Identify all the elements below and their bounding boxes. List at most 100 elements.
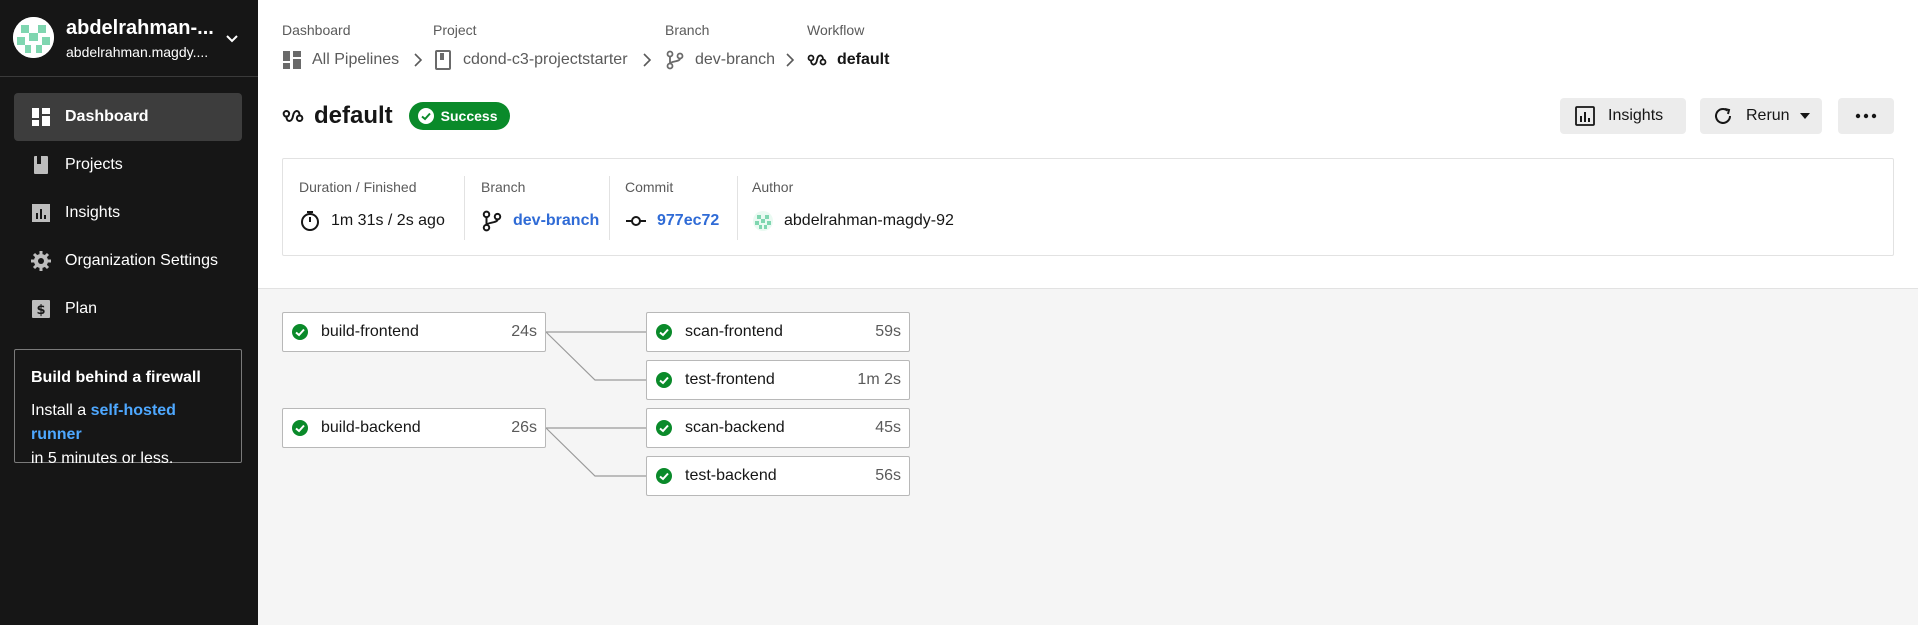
sidebar-item-dashboard[interactable]: Dashboard [14,93,242,141]
meta-label: Branch [481,179,526,195]
caret-down-icon [1799,113,1810,119]
sidebar-item-label: Insights [65,204,121,221]
promo-text-after: in 5 minutes or less. [31,450,174,467]
dollar-icon: $ [31,299,51,319]
status-badge: Success [408,102,510,130]
chevron-down-icon[interactable] [224,30,240,46]
promo-text-before: Install a [31,402,91,419]
job-duration: 26s [511,419,537,436]
breadcrumb-text: dev-branch [695,51,776,68]
sidebar: abdelrahman-... abdelrahman.magdy.... Da… [0,0,258,625]
promo-title: Build behind a firewall [31,369,201,386]
job-scan-frontend[interactable]: scan-frontend 59s [646,312,910,352]
workflow-meta-panel: Duration / Finished 1m 31s / 2s ago Bran… [282,158,1894,256]
breadcrumb-value[interactable]: cdond-c3-projectstarter [433,50,628,70]
check-circle-icon [291,419,309,437]
book-icon [433,50,453,70]
workflow-icon [282,105,304,127]
breadcrumb-label: Branch [665,22,710,38]
stopwatch-icon [299,210,321,232]
bar-chart-icon [1574,105,1596,127]
meta-label: Author [752,179,794,195]
check-circle-icon [655,323,673,341]
meta-value[interactable]: dev-branch [481,209,599,233]
chevron-right-icon [642,53,652,67]
job-name: test-backend [685,467,777,484]
breadcrumb-value[interactable]: dev-branch [665,50,775,70]
bar-chart-icon [31,203,51,223]
job-build-frontend[interactable]: build-frontend 24s [282,312,546,352]
sidebar-item-label: Organization Settings [65,252,218,269]
branch-icon [481,210,503,232]
meta-label: Duration / Finished [299,179,417,195]
duration-text: 1m 31s / 2s ago [331,212,445,229]
dashboard-icon [31,107,51,127]
breadcrumb-value: default [807,50,889,70]
job-duration: 1m 2s [857,371,901,388]
divider [609,176,610,240]
meta-duration: Duration / Finished 1m 31s / 2s ago [299,159,445,255]
user-name: abdelrahman-... [66,17,214,39]
divider [464,176,465,240]
commit-link[interactable]: 977ec72 [657,212,719,230]
job-duration: 45s [875,419,901,436]
meta-value: abdelrahman-magdy-92 [752,209,954,233]
meta-branch: Branch dev-branch [481,159,599,255]
breadcrumb-label: Workflow [807,22,865,38]
main-content: Dashboard All Pipelines Project cdond-c3… [258,0,1918,625]
avatar [13,17,54,58]
commit-icon [625,210,647,232]
user-handle: abdelrahman.magdy.... [66,44,209,60]
check-circle-icon [655,419,673,437]
check-circle-icon [655,467,673,485]
job-duration: 59s [875,323,901,340]
gear-icon [31,251,51,271]
dashboard-icon [282,50,302,70]
workflow-graph: build-frontend 24s scan-frontend 59s tes… [258,288,1918,625]
breadcrumb-text: All Pipelines [312,51,400,68]
workflow-icon [807,50,827,70]
refresh-icon [1712,105,1734,127]
job-name: test-frontend [685,371,775,388]
job-test-backend[interactable]: test-backend 56s [646,456,910,496]
breadcrumb-project[interactable]: Project cdond-c3-projectstarter [433,22,628,70]
chevron-right-icon [413,53,423,67]
meta-value: 1m 31s / 2s ago [299,209,445,233]
branch-icon [665,50,685,70]
self-hosted-runner-promo: Build behind a firewall Install a self-h… [14,349,242,467]
breadcrumb-value[interactable]: All Pipelines [282,50,399,70]
breadcrumb-branch[interactable]: Branch dev-branch [665,22,775,70]
check-circle-icon [291,323,309,341]
meta-commit: Commit 977ec72 [625,159,719,255]
sidebar-item-label: Plan [65,300,98,317]
job-scan-backend[interactable]: scan-backend 45s [646,408,910,448]
sidebar-item-organization-settings[interactable]: Organization Settings [14,237,242,285]
check-circle-icon [655,371,673,389]
user-menu[interactable]: abdelrahman-... abdelrahman.magdy.... [0,0,258,77]
meta-value[interactable]: 977ec72 [625,209,719,233]
sidebar-item-label: Projects [65,156,123,173]
svg-text:$: $ [36,303,45,318]
job-name: scan-backend [685,419,785,436]
sidebar-item-plan[interactable]: $ Plan [14,285,242,333]
avatar [752,210,774,232]
rerun-button[interactable]: Rerun [1700,98,1822,134]
job-test-frontend[interactable]: test-frontend 1m 2s [646,360,910,400]
sidebar-item-insights[interactable]: Insights [14,189,242,237]
sidebar-item-projects[interactable]: Projects [14,141,242,189]
breadcrumb-text: cdond-c3-projectstarter [463,51,628,68]
more-horizontal-icon [1855,113,1877,119]
breadcrumb-dashboard[interactable]: Dashboard All Pipelines [282,22,399,70]
job-duration: 24s [511,323,537,340]
page-title: default [314,102,393,129]
job-build-backend[interactable]: build-backend 26s [282,408,546,448]
insights-button[interactable]: Insights [1560,98,1686,134]
breadcrumb-text: default [837,51,890,68]
insights-label: Insights [1608,107,1664,124]
promo-text: Install a self-hosted runner in 5 minutes… [31,399,225,471]
more-options-button[interactable] [1838,98,1894,134]
meta-label: Commit [625,179,674,195]
job-name: scan-frontend [685,323,783,340]
branch-link[interactable]: dev-branch [513,212,599,230]
book-icon [31,155,51,175]
